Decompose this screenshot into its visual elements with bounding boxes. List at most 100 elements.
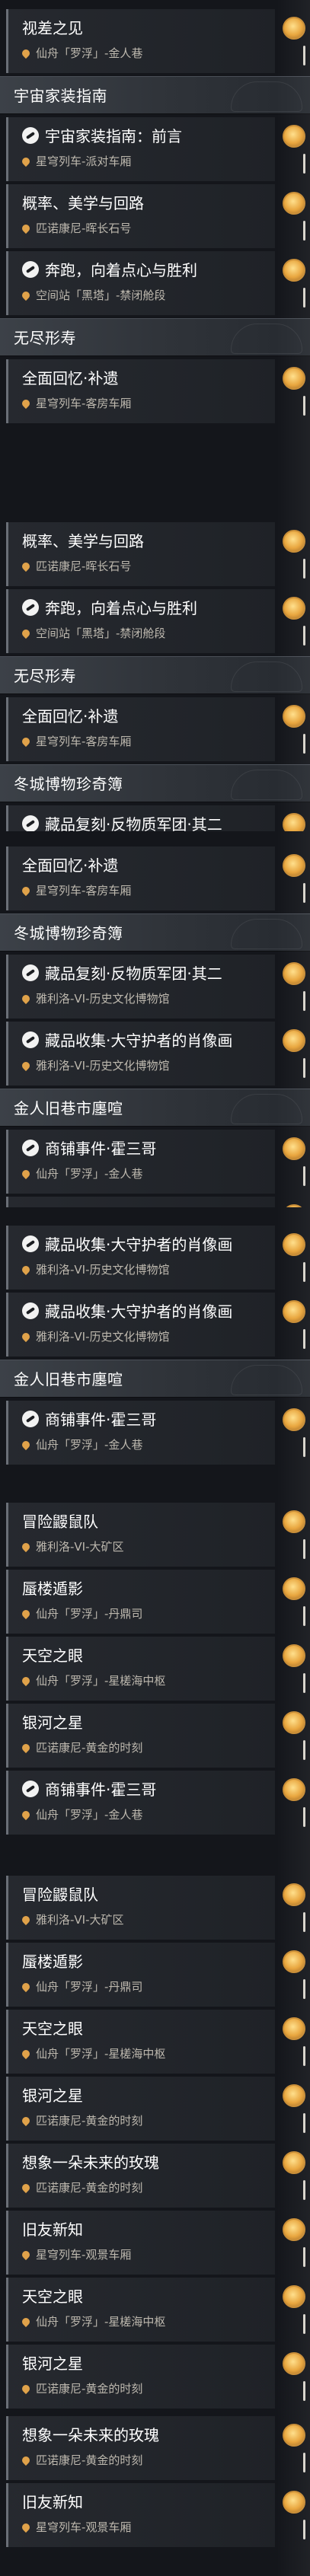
quest-title-row: 天空之眼 (22, 2019, 275, 2039)
quest-title-row: 冒险鼹鼠队 (22, 1512, 275, 1532)
reward-coin-icon[interactable] (283, 813, 305, 831)
quest-card[interactable]: 商铺事件·霍三哥 仙舟「罗浮」-金人巷 (6, 1771, 305, 1835)
quest-card[interactable]: 蜃楼遁影 仙舟「罗浮」-丹鼎司 (6, 1570, 305, 1634)
quest-card[interactable]: 奔跑，向着点心与胜利 空间站「黑塔」-禁闭舱段 (6, 251, 305, 315)
location-pin-icon (20, 1168, 32, 1180)
reward-coin-icon[interactable] (283, 1137, 305, 1160)
reward-coin-icon[interactable] (283, 1233, 305, 1256)
scroll-indicator (303, 2381, 305, 2401)
quest-card[interactable]: 想象一朵未来的玫瑰匹诺康尼-黄金的时刻 (6, 2144, 305, 2208)
location-pin-icon (20, 2249, 32, 2261)
quest-card[interactable]: 冒险鼹鼠队雅利洛-VI-大矿区 (6, 1876, 305, 1940)
quest-card[interactable]: 全面回忆·补遗 星穹列车-客房车厢 (6, 846, 305, 910)
quest-card[interactable]: 藏品收集·大守护者的肖像画 雅利洛-VI-历史文化博物馆 (6, 1293, 305, 1357)
quest-card[interactable]: 概率、美学与回路 匹诺康尼-晖长石号 (6, 522, 305, 586)
quest-card[interactable]: 藏品复刻·反物质军团·其二雅利洛-VI-历史文化博物馆 (6, 805, 305, 831)
reward-coin-icon[interactable] (283, 1510, 305, 1533)
scroll-indicator (303, 2453, 305, 2472)
reward-coin-icon[interactable] (283, 367, 305, 390)
reward-coin-icon[interactable] (283, 1300, 305, 1323)
reward-coin-icon[interactable] (283, 2218, 305, 2241)
reward-coin-icon[interactable] (283, 2017, 305, 2040)
category-header[interactable]: 冬城博物珍奇簿 (0, 913, 310, 952)
reward-coin-icon[interactable] (283, 2151, 305, 2174)
reward-coin-icon[interactable] (283, 2084, 305, 2107)
quest-card[interactable]: 想象一朵未来的玫瑰 匹诺康尼-黄金的时刻 (6, 2416, 305, 2480)
reward-coin-icon[interactable] (283, 705, 305, 728)
reward-coin-icon[interactable] (283, 1950, 305, 1973)
quest-card[interactable]: 概率、美学与回路 匹诺康尼-晖长石号 (6, 184, 305, 248)
quest-card[interactable]: 全面回忆·补遗 星穹列车-客房车厢 (6, 697, 305, 761)
quest-title-row: 全面回忆·补遗 (22, 368, 275, 388)
category-header[interactable]: 金人旧巷市廛喧 (0, 1360, 310, 1398)
location-pin-icon (20, 2182, 32, 2194)
quest-title: 全面回忆·补遗 (22, 856, 119, 875)
category-header[interactable]: 无尽形寿 (0, 318, 310, 356)
category-header[interactable]: 宇宙家装指南 (0, 76, 310, 114)
quest-card[interactable]: 蜃楼遁影 仙舟「罗浮」-丹鼎司 (6, 1943, 305, 2007)
location-pin-icon (20, 47, 32, 59)
reward-coin-icon[interactable] (283, 1408, 305, 1431)
quest-title-row: 想象一朵未来的玫瑰 (22, 2153, 275, 2173)
quest-location-row: 仙舟「罗浮」-丹鼎司 (20, 1606, 275, 1621)
quest-card[interactable]: 藏品复刻·反物质军团·其二雅利洛-VI-历史文化博物馆 (6, 955, 305, 1019)
category-header[interactable]: 金人旧巷市廛喧 (0, 1089, 310, 1127)
reward-coin-icon[interactable] (283, 1778, 305, 1801)
quest-card[interactable]: 旧友新知 星穹列车-观景车厢 (6, 2211, 305, 2275)
quest-card[interactable]: 全面回忆·补遗 星穹列车-客房车厢 (6, 359, 305, 423)
reward-coin-icon[interactable] (283, 17, 305, 40)
location-pin-icon (20, 1809, 32, 1821)
quest-card[interactable]: 冒险鼹鼠队雅利洛-VI-大矿区 (6, 1197, 305, 1207)
reward-coin-icon[interactable] (283, 530, 305, 553)
category-title: 宇宙家装指南 (14, 87, 107, 105)
quest-card[interactable]: 商铺事件·霍三哥 仙舟「罗浮」-金人巷 (6, 1401, 305, 1465)
reward-coin-icon[interactable] (283, 192, 305, 215)
location-pin-icon (20, 1060, 32, 1072)
reward-coin-icon[interactable] (283, 1029, 305, 1052)
header-emblem-icon (231, 324, 302, 354)
quest-card[interactable]: 宇宙家装指南：前言 星穹列车-派对车厢 (6, 117, 305, 181)
quest-location-row: 雅利洛-VI-历史文化博物馆 (20, 1262, 275, 1277)
reward-coin-icon[interactable] (283, 1577, 305, 1600)
quest-card[interactable]: 视差之见 仙舟「罗浮」-金人巷 (6, 9, 305, 73)
quest-title: 想象一朵未来的玫瑰 (22, 2426, 159, 2444)
quest-card[interactable]: 奔跑，向着点心与胜利 空间站「黑塔」-禁闭舱段 (6, 589, 305, 653)
quest-card[interactable]: 藏品收集·大守护者的肖像画雅利洛-VI-历史文化博物馆 (6, 1022, 305, 1086)
quest-card[interactable]: 冒险鼹鼠队雅利洛-VI-大矿区 (6, 1503, 305, 1567)
scroll-indicator (303, 396, 305, 416)
reward-coin-icon[interactable] (283, 2352, 305, 2375)
reward-coin-icon[interactable] (283, 1883, 305, 1906)
quest-type-icon (22, 1235, 39, 1252)
quest-card[interactable]: 天空之眼 仙舟「罗浮」-星槎海中枢 (6, 1637, 305, 1701)
reward-coin-icon[interactable] (283, 1711, 305, 1734)
quest-location: 匹诺康尼-晖长石号 (36, 560, 132, 573)
quest-card[interactable]: 商铺事件·霍三哥 仙舟「罗浮」-金人巷 (6, 1130, 305, 1194)
quest-card[interactable]: 银河之星 匹诺康尼-黄金的时刻 (6, 1704, 305, 1768)
category-header[interactable]: 冬城博物珍奇簿 (0, 764, 310, 802)
quest-card[interactable]: 银河之星 匹诺康尼-黄金的时刻 (6, 2345, 305, 2409)
reward-coin-icon[interactable] (283, 125, 305, 148)
reward-coin-icon[interactable] (283, 2285, 305, 2308)
header-emblem-icon (231, 1094, 302, 1124)
category-title: 金人旧巷市廛喧 (14, 1099, 123, 1117)
quest-location-row: 匹诺康尼-黄金的时刻 (20, 2180, 275, 2195)
reward-coin-icon[interactable] (283, 597, 305, 620)
quest-location-row: 雅利洛-VI-历史文化博物馆 (20, 1058, 275, 1073)
scroll-indicator (303, 2180, 305, 2200)
quest-card[interactable]: 藏品收集·大守护者的肖像画 雅利洛-VI-历史文化博物馆 (6, 1226, 305, 1290)
quest-card[interactable]: 天空之眼 仙舟「罗浮」-星槎海中枢 (6, 2010, 305, 2074)
quest-card[interactable]: 银河之星 匹诺康尼-黄金的时刻 (6, 2077, 305, 2141)
category-header[interactable]: 无尽形寿 (0, 656, 310, 694)
location-pin-icon (20, 560, 32, 572)
reward-coin-icon[interactable] (283, 1644, 305, 1667)
reward-coin-icon[interactable] (283, 2491, 305, 2514)
reward-coin-icon[interactable] (283, 854, 305, 877)
reward-coin-icon[interactable] (283, 2424, 305, 2447)
quest-card[interactable]: 旧友新知 星穹列车-观景车厢 (6, 2483, 305, 2547)
quest-location: 空间站「黑塔」-禁闭舱段 (36, 289, 166, 302)
quest-card[interactable]: 天空之眼 仙舟「罗浮」-星槎海中枢 (6, 2278, 305, 2342)
quest-title-row: 商铺事件·霍三哥 (22, 1410, 275, 1430)
reward-coin-icon[interactable] (283, 259, 305, 282)
quest-title-row: 藏品收集·大守护者的肖像画 (22, 1031, 275, 1050)
reward-coin-icon[interactable] (283, 962, 305, 985)
